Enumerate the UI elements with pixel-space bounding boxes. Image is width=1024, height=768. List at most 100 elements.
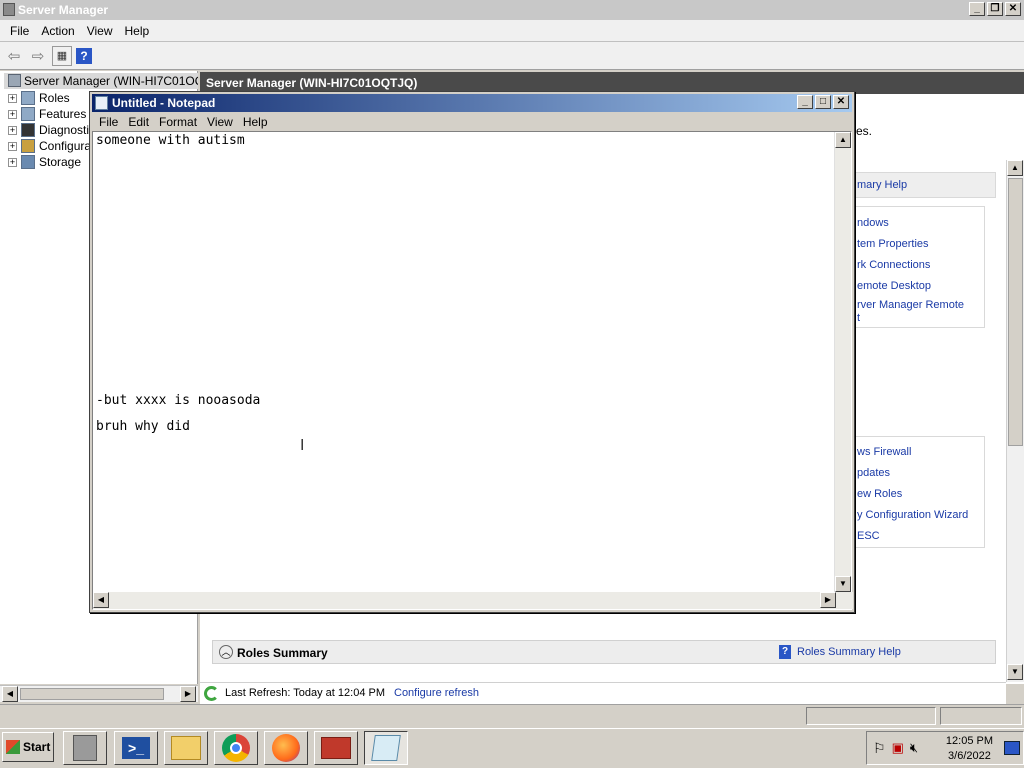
volume-icon[interactable]: 🔇︎ bbox=[910, 740, 918, 756]
summary-help-link[interactable]: mary Help bbox=[857, 179, 907, 191]
expand-icon[interactable]: + bbox=[8, 157, 17, 167]
forward-arrow-icon[interactable]: ⇨ bbox=[28, 46, 48, 66]
notepad-menu-help[interactable]: Help bbox=[238, 115, 273, 129]
notepad-menu-edit[interactable]: Edit bbox=[123, 115, 154, 129]
status-bar bbox=[0, 704, 1024, 726]
scroll-thumb[interactable] bbox=[20, 688, 164, 700]
taskbar-explorer[interactable] bbox=[164, 731, 208, 765]
text-line: -but xxxx is nooasoda bbox=[96, 393, 261, 408]
menu-file[interactable]: File bbox=[4, 24, 35, 38]
notepad-icon bbox=[95, 96, 108, 110]
flag-icon[interactable]: ⚐ bbox=[873, 740, 886, 757]
expand-icon[interactable]: + bbox=[8, 93, 17, 103]
notepad-vertical-scrollbar[interactable]: ▲ ▼ bbox=[834, 132, 851, 592]
taskbar-server-manager[interactable] bbox=[63, 731, 107, 765]
help-icon: ? bbox=[779, 645, 791, 659]
start-button[interactable]: Start bbox=[2, 732, 54, 762]
server-icon bbox=[8, 74, 21, 87]
expand-icon[interactable]: + bbox=[8, 125, 17, 135]
tree-item-diagnostics[interactable]: + Diagnostics bbox=[8, 122, 101, 138]
expand-icon[interactable]: + bbox=[8, 141, 17, 151]
status-pane bbox=[940, 707, 1022, 725]
scroll-down-arrow[interactable]: ▼ bbox=[1007, 664, 1023, 680]
notepad-menu-bar: File Edit Format View Help bbox=[92, 112, 852, 131]
taskbar-toolbox[interactable] bbox=[314, 731, 358, 765]
close-button[interactable]: ✕ bbox=[1005, 2, 1021, 16]
scroll-right-arrow[interactable]: ▶ bbox=[820, 592, 836, 608]
roles-icon bbox=[21, 91, 35, 105]
clock[interactable]: 12:05 PM 3/6/2022 bbox=[946, 734, 993, 764]
refresh-icon bbox=[204, 686, 219, 701]
text-cursor-icon: I bbox=[300, 437, 305, 454]
link-windows-updates[interactable]: pdates bbox=[857, 467, 890, 479]
scroll-up-arrow[interactable]: ▲ bbox=[1007, 160, 1023, 176]
menu-bar: File Action View Help bbox=[0, 20, 1024, 42]
scroll-left-arrow[interactable]: ◀ bbox=[93, 592, 109, 608]
link-remote-desktop[interactable]: emote Desktop bbox=[857, 280, 931, 292]
minimize-button[interactable]: _ bbox=[797, 95, 813, 109]
notepad-icon bbox=[371, 735, 401, 761]
tree-item-features[interactable]: + Features bbox=[8, 106, 86, 122]
tree-item-roles[interactable]: + Roles bbox=[8, 90, 70, 106]
back-arrow-icon[interactable]: ⇦ bbox=[4, 46, 24, 66]
text-line: someone with autism bbox=[96, 133, 245, 148]
link-network-connections[interactable]: rk Connections bbox=[857, 259, 930, 271]
restore-button[interactable]: ❐ bbox=[987, 2, 1003, 16]
menu-action[interactable]: Action bbox=[35, 24, 80, 38]
scroll-left-arrow[interactable]: ◀ bbox=[2, 686, 18, 702]
link-view-roles[interactable]: ew Roles bbox=[857, 488, 902, 500]
last-refresh-text: Last Refresh: Today at 12:04 PM bbox=[225, 687, 385, 699]
scroll-right-arrow[interactable]: ▶ bbox=[180, 686, 196, 702]
toolbar: ⇦ ⇨ ▦ ? bbox=[0, 42, 1024, 70]
link-security-configuration-wizard[interactable]: y Configuration Wizard bbox=[857, 509, 968, 521]
network-icon[interactable]: ▣ bbox=[892, 740, 904, 756]
help-icon[interactable]: ? bbox=[76, 47, 92, 64]
link-ie-esc[interactable]: ESC bbox=[857, 530, 880, 542]
powershell-icon: >_ bbox=[122, 737, 150, 759]
tree-root-server-manager[interactable]: Server Manager (WIN-HI7C01OQT. bbox=[4, 73, 198, 89]
tree-horizontal-scrollbar[interactable]: ◀ ▶ bbox=[0, 685, 198, 702]
notepad-menu-format[interactable]: Format bbox=[154, 115, 202, 129]
summary-help-bar: mary Help bbox=[850, 172, 996, 198]
notepad-horizontal-scrollbar[interactable]: ◀ ▶ bbox=[93, 592, 853, 609]
maximize-button[interactable]: □ bbox=[815, 95, 831, 109]
show-desktop-icon[interactable] bbox=[1004, 741, 1020, 755]
tasks-box-2: ws Firewall pdates ew Roles y Configurat… bbox=[850, 436, 985, 548]
show-hide-console-tree-icon[interactable]: ▦ bbox=[52, 45, 72, 66]
link-management[interactable]: t bbox=[857, 312, 860, 324]
collapse-icon[interactable]: ︿ bbox=[219, 645, 233, 659]
server-manager-icon bbox=[3, 3, 15, 16]
tree-item-storage[interactable]: + Storage bbox=[8, 154, 81, 170]
diagnostics-icon bbox=[21, 123, 35, 137]
notepad-titlebar[interactable]: Untitled - Notepad _ □ ✕ bbox=[92, 94, 852, 112]
link-system-properties[interactable]: tem Properties bbox=[857, 238, 929, 250]
notepad-menu-view[interactable]: View bbox=[202, 115, 238, 129]
taskbar-chrome[interactable] bbox=[214, 731, 258, 765]
taskbar-powershell[interactable]: >_ bbox=[114, 731, 158, 765]
scroll-up-arrow[interactable]: ▲ bbox=[835, 132, 851, 148]
toolbox-icon bbox=[321, 737, 351, 759]
minimize-button[interactable]: _ bbox=[969, 2, 985, 16]
menu-help[interactable]: Help bbox=[119, 24, 156, 38]
notepad-text-area[interactable]: someone with autism -but xxxx is nooasod… bbox=[92, 131, 853, 610]
taskbar-notepad[interactable] bbox=[364, 731, 408, 765]
notepad-menu-file[interactable]: File bbox=[94, 115, 123, 129]
configure-refresh-link[interactable]: Configure refresh bbox=[394, 687, 479, 699]
expand-icon[interactable]: + bbox=[8, 109, 17, 119]
link-server-manager-remote[interactable]: rver Manager Remote bbox=[857, 299, 964, 311]
taskbar-firefox[interactable] bbox=[264, 731, 308, 765]
link-windows[interactable]: ndows bbox=[857, 217, 889, 229]
link-windows-firewall[interactable]: ws Firewall bbox=[857, 446, 911, 458]
server-manager-titlebar[interactable]: Server Manager _ ❐ ✕ bbox=[0, 0, 1024, 20]
menu-view[interactable]: View bbox=[81, 24, 119, 38]
close-button[interactable]: ✕ bbox=[833, 95, 849, 109]
details-vertical-scrollbar[interactable]: ▲ ▼ bbox=[1006, 160, 1024, 682]
scroll-down-arrow[interactable]: ▼ bbox=[835, 576, 851, 592]
scroll-thumb[interactable] bbox=[1008, 178, 1023, 446]
windows-logo-icon bbox=[6, 740, 20, 754]
features-icon bbox=[21, 107, 35, 121]
roles-summary-help-link[interactable]: Roles Summary Help bbox=[797, 646, 901, 658]
server-manager-icon bbox=[73, 735, 97, 761]
storage-icon bbox=[21, 155, 35, 169]
configuration-icon bbox=[21, 139, 35, 153]
